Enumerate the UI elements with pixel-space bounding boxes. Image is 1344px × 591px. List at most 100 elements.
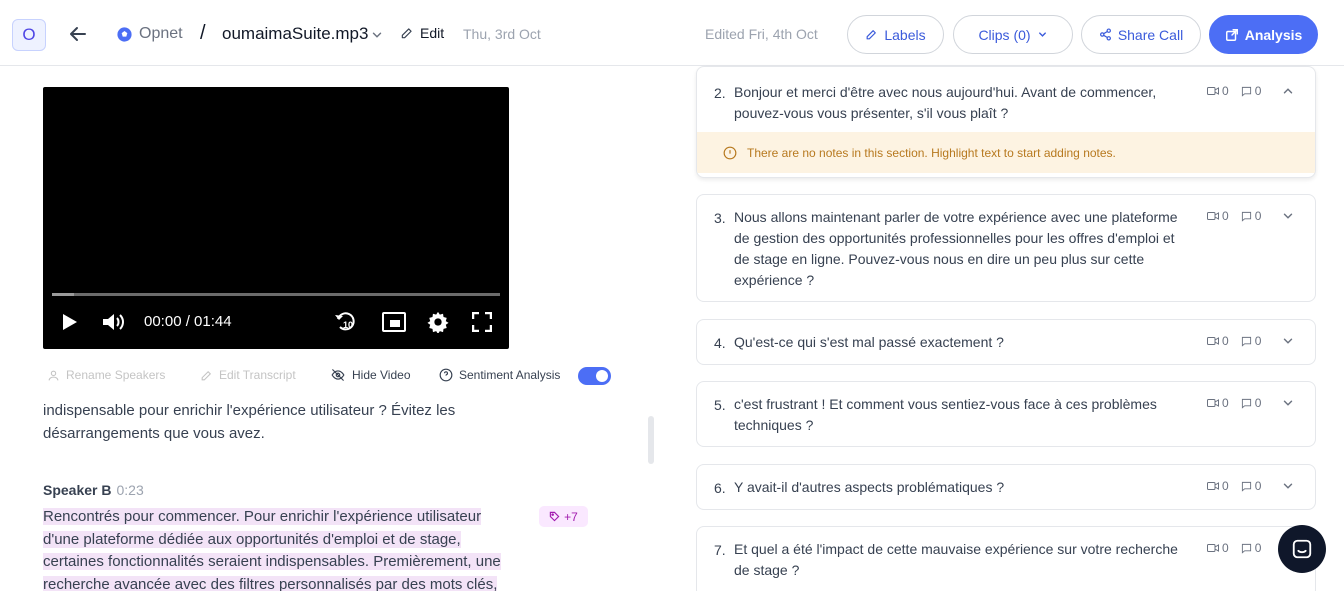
chat-support-button[interactable] bbox=[1278, 525, 1326, 573]
svg-text:10: 10 bbox=[343, 320, 353, 330]
edit-label: Edit bbox=[420, 25, 445, 41]
question-text: Bonjour et merci d'être avec nous aujour… bbox=[734, 84, 1157, 121]
clip-count: 0 bbox=[1207, 541, 1229, 555]
chevron-down-icon[interactable] bbox=[1281, 479, 1295, 493]
fullscreen-icon[interactable] bbox=[472, 312, 492, 332]
tag-count: +7 bbox=[564, 509, 578, 524]
video-progress-fill bbox=[52, 293, 74, 296]
question-card-5[interactable]: 5. c'est frustrant ! Et comment vous sen… bbox=[696, 381, 1316, 447]
question-text: Nous allons maintenant parler de votre e… bbox=[734, 209, 1178, 288]
pencil-icon bbox=[401, 28, 412, 39]
share-call-button[interactable]: Share Call bbox=[1081, 15, 1201, 54]
rewind-10-icon[interactable]: 10 bbox=[333, 309, 357, 333]
clips-label: Clips (0) bbox=[978, 26, 1031, 43]
chevron-down-icon[interactable] bbox=[1281, 209, 1295, 223]
breadcrumb-separator: / bbox=[200, 22, 206, 44]
note-count: 0 bbox=[1241, 209, 1261, 223]
file-name[interactable]: oumaimaSuite.mp3 bbox=[222, 24, 368, 44]
note-count: 0 bbox=[1241, 479, 1261, 493]
question-number: 3. bbox=[714, 210, 726, 226]
question-card-3[interactable]: 3. Nous allons maintenant parler de votr… bbox=[696, 194, 1316, 302]
speaker-name[interactable]: Speaker B bbox=[43, 482, 111, 498]
comment-icon bbox=[1241, 543, 1251, 554]
volume-icon[interactable] bbox=[102, 312, 126, 332]
transcript-segment-text: indispensable pour enrichir l'expérience… bbox=[43, 402, 456, 442]
play-icon[interactable] bbox=[62, 313, 78, 331]
highlight-span[interactable]: Rencontrés pour commencer. Pour enrichir… bbox=[43, 508, 501, 591]
user-icon bbox=[48, 370, 59, 380]
top-bar: O Opnet / oumaimaSuite.mp3 Edit Thu, 3rd… bbox=[0, 0, 1344, 66]
highlighted-transcript-text[interactable]: Rencontrés pour commencer. Pour enrichir… bbox=[43, 506, 513, 591]
speaker-header: Speaker B 0:23 bbox=[43, 482, 144, 498]
question-text: Y avait-il d'autres aspects problématiqu… bbox=[734, 479, 1005, 495]
hide-video-label: Hide Video bbox=[352, 368, 411, 382]
comment-icon bbox=[1241, 211, 1251, 222]
speaker-timestamp[interactable]: 0:23 bbox=[116, 482, 143, 498]
pencil-icon bbox=[201, 370, 212, 380]
clips-button[interactable]: Clips (0) bbox=[953, 15, 1073, 54]
edit-button[interactable]: Edit bbox=[400, 25, 444, 41]
note-count: 0 bbox=[1241, 541, 1261, 555]
question-number: 5. bbox=[714, 397, 726, 413]
video-player[interactable] bbox=[43, 87, 509, 349]
sentiment-analysis-toggle[interactable] bbox=[578, 367, 611, 385]
help-circle-icon bbox=[439, 368, 453, 382]
analysis-label: Analysis bbox=[1244, 26, 1303, 43]
labels-label: Labels bbox=[884, 26, 926, 43]
transcript-toolbar: Rename Speakers Edit Transcript Hide Vid… bbox=[43, 366, 623, 386]
clip-count: 0 bbox=[1207, 209, 1229, 223]
back-arrow-icon[interactable] bbox=[66, 22, 90, 46]
question-counts: 0 0 bbox=[1207, 541, 1261, 555]
edit-transcript-button[interactable]: Edit Transcript bbox=[200, 368, 296, 382]
share-icon bbox=[1099, 28, 1111, 41]
chevron-down-icon[interactable] bbox=[370, 28, 384, 42]
note-count: 0 bbox=[1241, 396, 1261, 410]
chevron-up-icon[interactable] bbox=[1281, 84, 1295, 98]
video-icon bbox=[1207, 87, 1219, 95]
tag-icon bbox=[549, 511, 560, 522]
workspace-name[interactable]: Opnet bbox=[139, 25, 183, 43]
share-label: Share Call bbox=[1117, 26, 1184, 43]
question-number: 6. bbox=[714, 480, 726, 496]
comment-icon bbox=[1241, 481, 1251, 492]
picture-in-picture-icon[interactable] bbox=[382, 312, 406, 332]
chevron-down-icon[interactable] bbox=[1281, 334, 1295, 348]
transcript-scrollbar[interactable] bbox=[648, 416, 654, 464]
comment-icon bbox=[1241, 86, 1251, 97]
question-number: 2. bbox=[714, 85, 726, 101]
labels-button[interactable]: Labels bbox=[847, 15, 944, 54]
hide-video-button[interactable]: Hide Video bbox=[330, 368, 411, 382]
video-icon bbox=[1207, 399, 1219, 407]
workspace-avatar[interactable]: O bbox=[12, 19, 46, 51]
alert-circle-icon bbox=[723, 146, 737, 159]
soccer-ball-icon bbox=[117, 27, 132, 42]
comment-icon bbox=[1241, 398, 1251, 409]
external-link-icon bbox=[1225, 28, 1238, 41]
question-card-4[interactable]: 4. Qu'est-ce qui s'est mal passé exactem… bbox=[696, 319, 1316, 365]
no-notes-text: There are no notes in this section. High… bbox=[747, 145, 1116, 160]
tag-count-badge[interactable]: +7 bbox=[539, 506, 588, 527]
no-notes-banner: There are no notes in this section. High… bbox=[697, 132, 1315, 173]
clip-count: 0 bbox=[1207, 396, 1229, 410]
question-card-7[interactable]: 7. Et quel a été l'impact de cette mauva… bbox=[696, 526, 1316, 591]
question-counts: 0 0 bbox=[1207, 334, 1261, 348]
clip-count: 0 bbox=[1207, 479, 1229, 493]
analysis-button[interactable]: Analysis bbox=[1209, 15, 1318, 54]
video-progress-bar[interactable] bbox=[52, 293, 500, 296]
chat-icon bbox=[1292, 539, 1312, 559]
question-card-2[interactable]: 2. Bonjour et merci d'être avec nous auj… bbox=[696, 66, 1316, 178]
question-counts: 0 0 bbox=[1207, 479, 1261, 493]
question-card-6[interactable]: 6. Y avait-il d'autres aspects problémat… bbox=[696, 464, 1316, 510]
rename-speakers-label: Rename Speakers bbox=[66, 368, 166, 382]
question-text: Et quel a été l'impact de cette mauvaise… bbox=[734, 541, 1178, 578]
edited-date: Edited Fri, 4th Oct bbox=[705, 26, 818, 42]
clip-count: 0 bbox=[1207, 84, 1229, 98]
question-text: c'est frustrant ! Et comment vous sentie… bbox=[734, 396, 1157, 433]
chevron-down-icon[interactable] bbox=[1281, 396, 1295, 410]
settings-gear-icon[interactable] bbox=[427, 311, 449, 333]
clip-count: 0 bbox=[1207, 334, 1229, 348]
sentiment-analysis-label: Sentiment Analysis bbox=[459, 368, 561, 382]
question-number: 7. bbox=[714, 542, 726, 558]
rename-speakers-button[interactable]: Rename Speakers bbox=[47, 368, 165, 382]
note-count: 0 bbox=[1241, 334, 1261, 348]
